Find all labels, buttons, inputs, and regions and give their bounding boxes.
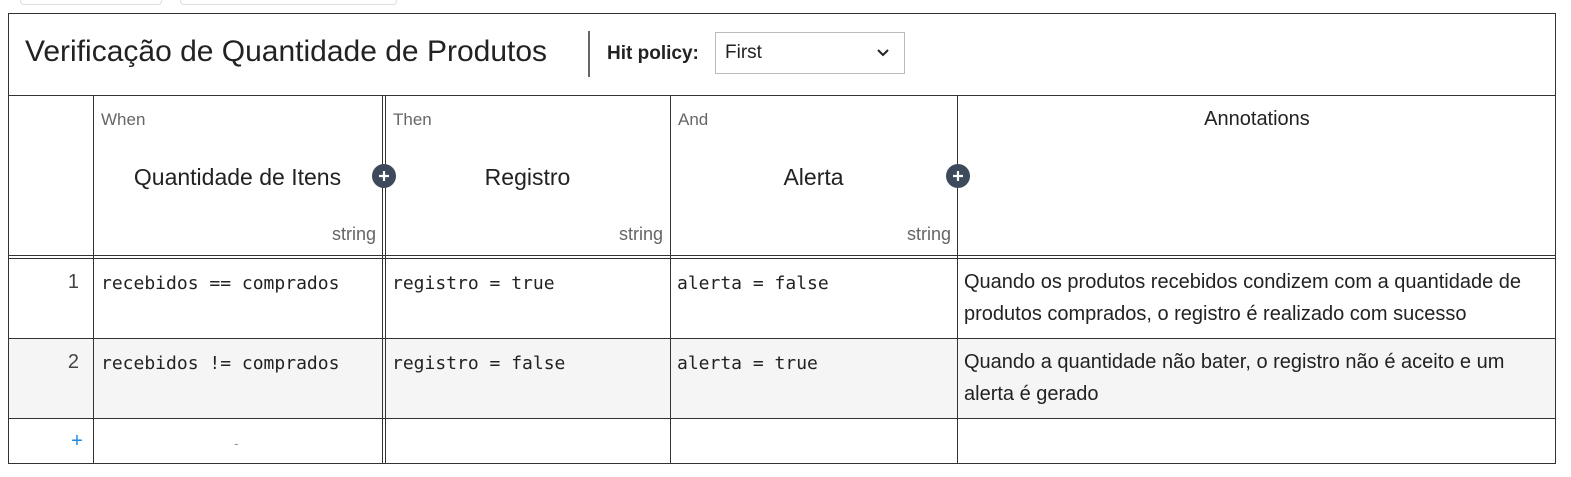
header-divider-line	[9, 258, 1555, 259]
output1-type-ref[interactable]: string	[385, 224, 663, 245]
decision-header: Verificação de Quantidade de Produtos Hi…	[9, 14, 1555, 96]
decision-table: Verificação de Quantidade de Produtos Hi…	[8, 13, 1556, 464]
column-divider	[385, 95, 386, 464]
row-number[interactable]: 1	[9, 271, 79, 294]
column-divider	[93, 95, 94, 464]
decision-title[interactable]: Verificação de Quantidade de Produtos	[25, 35, 547, 69]
header-divider	[588, 31, 590, 77]
output1-column-name[interactable]: Registro	[385, 164, 670, 191]
column-divider	[382, 95, 383, 464]
output2-column-name[interactable]: Alerta	[670, 164, 957, 191]
tab-stub[interactable]	[180, 0, 397, 5]
input-type-label: When	[101, 110, 146, 129]
annotation-entry[interactable]: Quando os produtos recebidos condizem co…	[964, 266, 1549, 330]
input-entry[interactable]: recebidos != comprados	[101, 353, 339, 374]
column-divider	[670, 95, 671, 464]
row-number[interactable]: 2	[9, 351, 79, 374]
input-type-ref[interactable]: string	[93, 224, 376, 245]
output2-entry[interactable]: alerta = false	[677, 273, 829, 294]
hit-policy-label: Hit policy:	[607, 43, 699, 64]
tab-stub[interactable]	[20, 0, 162, 5]
empty-cell-placeholder[interactable]: -	[234, 435, 239, 451]
input-entry[interactable]: recebidos == comprados	[101, 273, 339, 294]
output2-entry[interactable]: alerta = true	[677, 353, 818, 374]
output2-type-ref[interactable]: string	[670, 224, 951, 245]
output1-entry[interactable]: registro = true	[392, 273, 555, 294]
output1-entry[interactable]: registro = false	[392, 353, 565, 374]
annotations-column-header[interactable]: Annotations	[957, 108, 1557, 131]
column-divider	[957, 95, 958, 464]
hit-policy-value: First	[725, 42, 762, 63]
hit-policy-select[interactable]: First	[715, 32, 905, 74]
input-column-name[interactable]: Quantidade de Itens	[93, 164, 382, 191]
decision-grid: When Quantidade de Itens string Then Reg…	[9, 95, 1555, 464]
add-output-column-button[interactable]	[946, 164, 970, 188]
add-rule-button[interactable]: +	[67, 430, 87, 453]
header-divider-line	[9, 255, 1555, 256]
plus-circle-icon	[953, 171, 963, 181]
row-divider	[9, 338, 1555, 339]
top-tabs	[0, 0, 1571, 6]
row-divider	[9, 418, 1555, 419]
output2-type-label: And	[678, 110, 709, 129]
chevron-down-icon	[877, 49, 889, 57]
output1-type-label: Then	[393, 110, 432, 129]
annotation-entry[interactable]: Quando a quantidade não bater, o registr…	[964, 346, 1549, 410]
